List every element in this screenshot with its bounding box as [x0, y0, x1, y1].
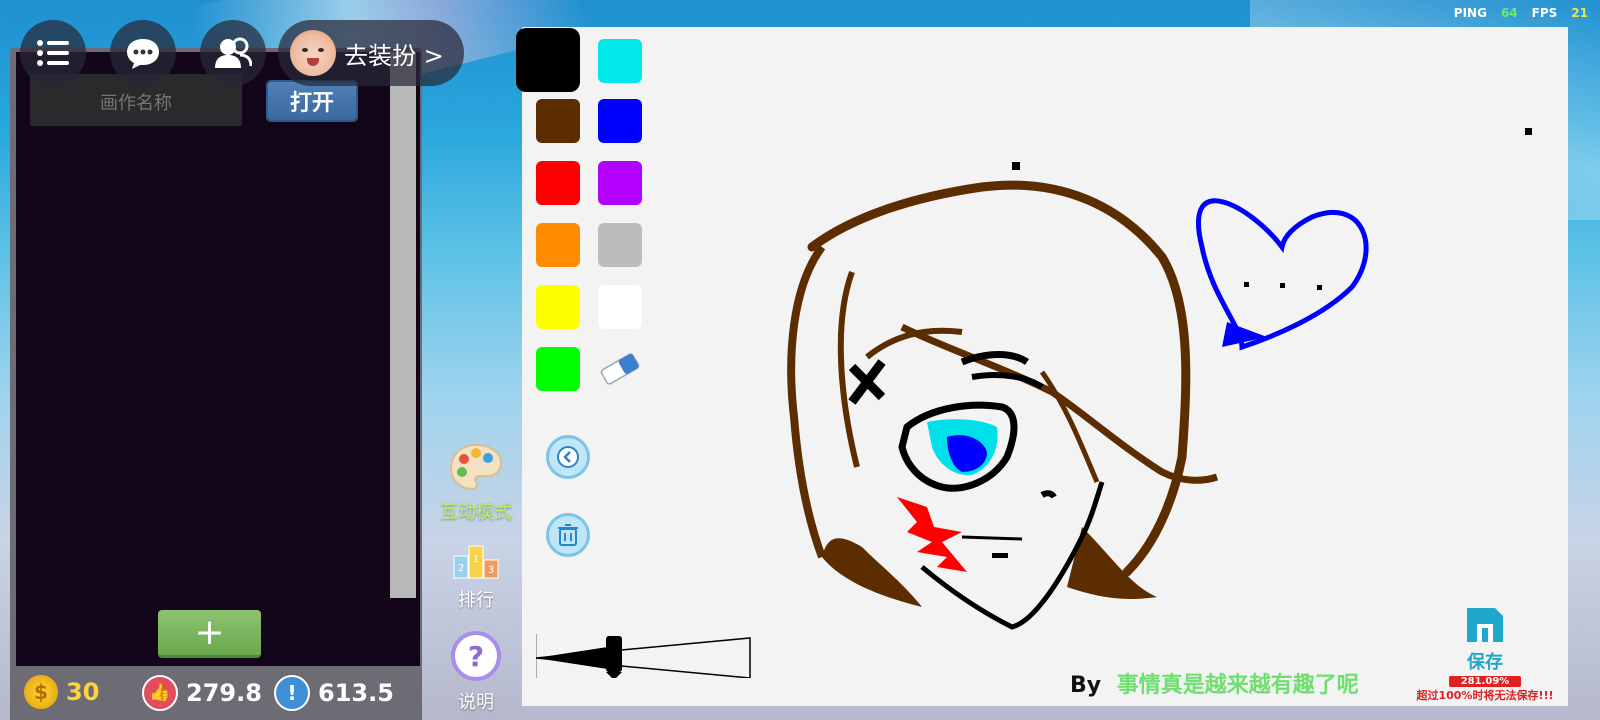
- menu-button[interactable]: [20, 20, 86, 86]
- podium-icon: 213: [453, 545, 499, 579]
- eraser-icon[interactable]: [598, 349, 642, 389]
- author-name: 事情真是越来越有趣了呢: [1116, 673, 1359, 698]
- interactive-mode-button[interactable]: 互动模式: [438, 442, 514, 524]
- users-icon: [215, 37, 252, 68]
- help-label: 说明: [458, 692, 494, 713]
- interactive-mode-label: 互动模式: [440, 502, 512, 523]
- save-area: 保存 281.09% 超过100%时将无法保存!!!: [1410, 606, 1560, 703]
- save-button[interactable]: 保存: [1410, 648, 1560, 674]
- thumbs-up-icon: 👍: [142, 675, 178, 711]
- drawing-canvas[interactable]: By 事情真是越来越有趣了呢: [516, 27, 1568, 706]
- dress-up-button[interactable]: 去装扮 >: [278, 20, 464, 86]
- chat-button[interactable]: [110, 20, 176, 86]
- help-button[interactable]: ? 说明: [438, 630, 514, 714]
- exclamation-icon: !: [274, 675, 310, 711]
- color-swatch-green[interactable]: [536, 347, 580, 391]
- brush-size-slider[interactable]: [536, 632, 752, 678]
- chat-bubble-icon: [127, 39, 159, 69]
- clear-button[interactable]: [546, 513, 590, 557]
- color-swatch-red[interactable]: [536, 161, 580, 205]
- list-icon: [37, 40, 69, 66]
- storage-limit-warning: 超过100%时将无法保存!!!: [1416, 689, 1554, 702]
- ping-value: 64: [1500, 6, 1518, 20]
- color-swatch-yellow[interactable]: [536, 285, 580, 329]
- performance-hud: PING 64 FPS 21: [1454, 6, 1588, 20]
- player-avatar: [290, 30, 336, 76]
- color-swatch-white[interactable]: [598, 285, 642, 329]
- storage-usage-bar: 281.09%: [1449, 676, 1521, 687]
- ranking-label: 排行: [458, 590, 494, 611]
- fps-label: FPS: [1531, 6, 1558, 20]
- coin-count: 30: [66, 678, 100, 706]
- like-count: 279.8: [186, 679, 262, 707]
- color-swatch-blue[interactable]: [598, 99, 642, 143]
- svg-text:?: ?: [468, 640, 484, 673]
- report-count: 613.5: [318, 679, 394, 707]
- color-swatch-orange[interactable]: [536, 223, 580, 267]
- color-swatch-purple[interactable]: [598, 161, 642, 205]
- stats-bar: $ 30 👍 279.8 ! 613.5: [10, 666, 422, 720]
- like-stat: 👍 279.8: [142, 675, 262, 711]
- dress-up-label: 去装扮 >: [344, 41, 444, 70]
- fps-value: 21: [1571, 6, 1588, 20]
- add-artwork-button[interactable]: +: [158, 610, 261, 658]
- svg-text:3: 3: [488, 565, 494, 576]
- coin-stat: $ 30: [24, 675, 99, 709]
- author-line: By 事情真是越来越有趣了呢: [1070, 667, 1359, 699]
- report-stat: ! 613.5: [274, 675, 394, 711]
- undo-button[interactable]: [546, 435, 590, 479]
- color-swatch-cyan[interactable]: [598, 39, 642, 83]
- ranking-button[interactable]: 213 排行: [438, 540, 514, 612]
- undo-icon: [557, 446, 579, 468]
- svg-text:1: 1: [473, 554, 479, 565]
- color-swatch-gray[interactable]: [598, 223, 642, 267]
- artwork-list[interactable]: [16, 52, 420, 668]
- help-icon: ?: [451, 631, 501, 681]
- friends-button[interactable]: [200, 20, 266, 86]
- floppy-disk-icon[interactable]: [1465, 606, 1505, 644]
- svg-text:2: 2: [458, 563, 464, 574]
- list-scrollbar[interactable]: [390, 52, 416, 598]
- coin-icon: $: [24, 675, 58, 709]
- trash-icon: [558, 524, 578, 546]
- ping-label: PING: [1453, 6, 1487, 20]
- by-label: By: [1070, 673, 1102, 698]
- color-swatch-black[interactable]: [516, 28, 580, 92]
- slider-thumb[interactable]: [606, 636, 622, 672]
- color-swatch-brown[interactable]: [536, 99, 580, 143]
- drawing-artwork: [787, 128, 1532, 630]
- open-button[interactable]: 打开: [266, 80, 358, 122]
- palette-icon: [449, 443, 503, 491]
